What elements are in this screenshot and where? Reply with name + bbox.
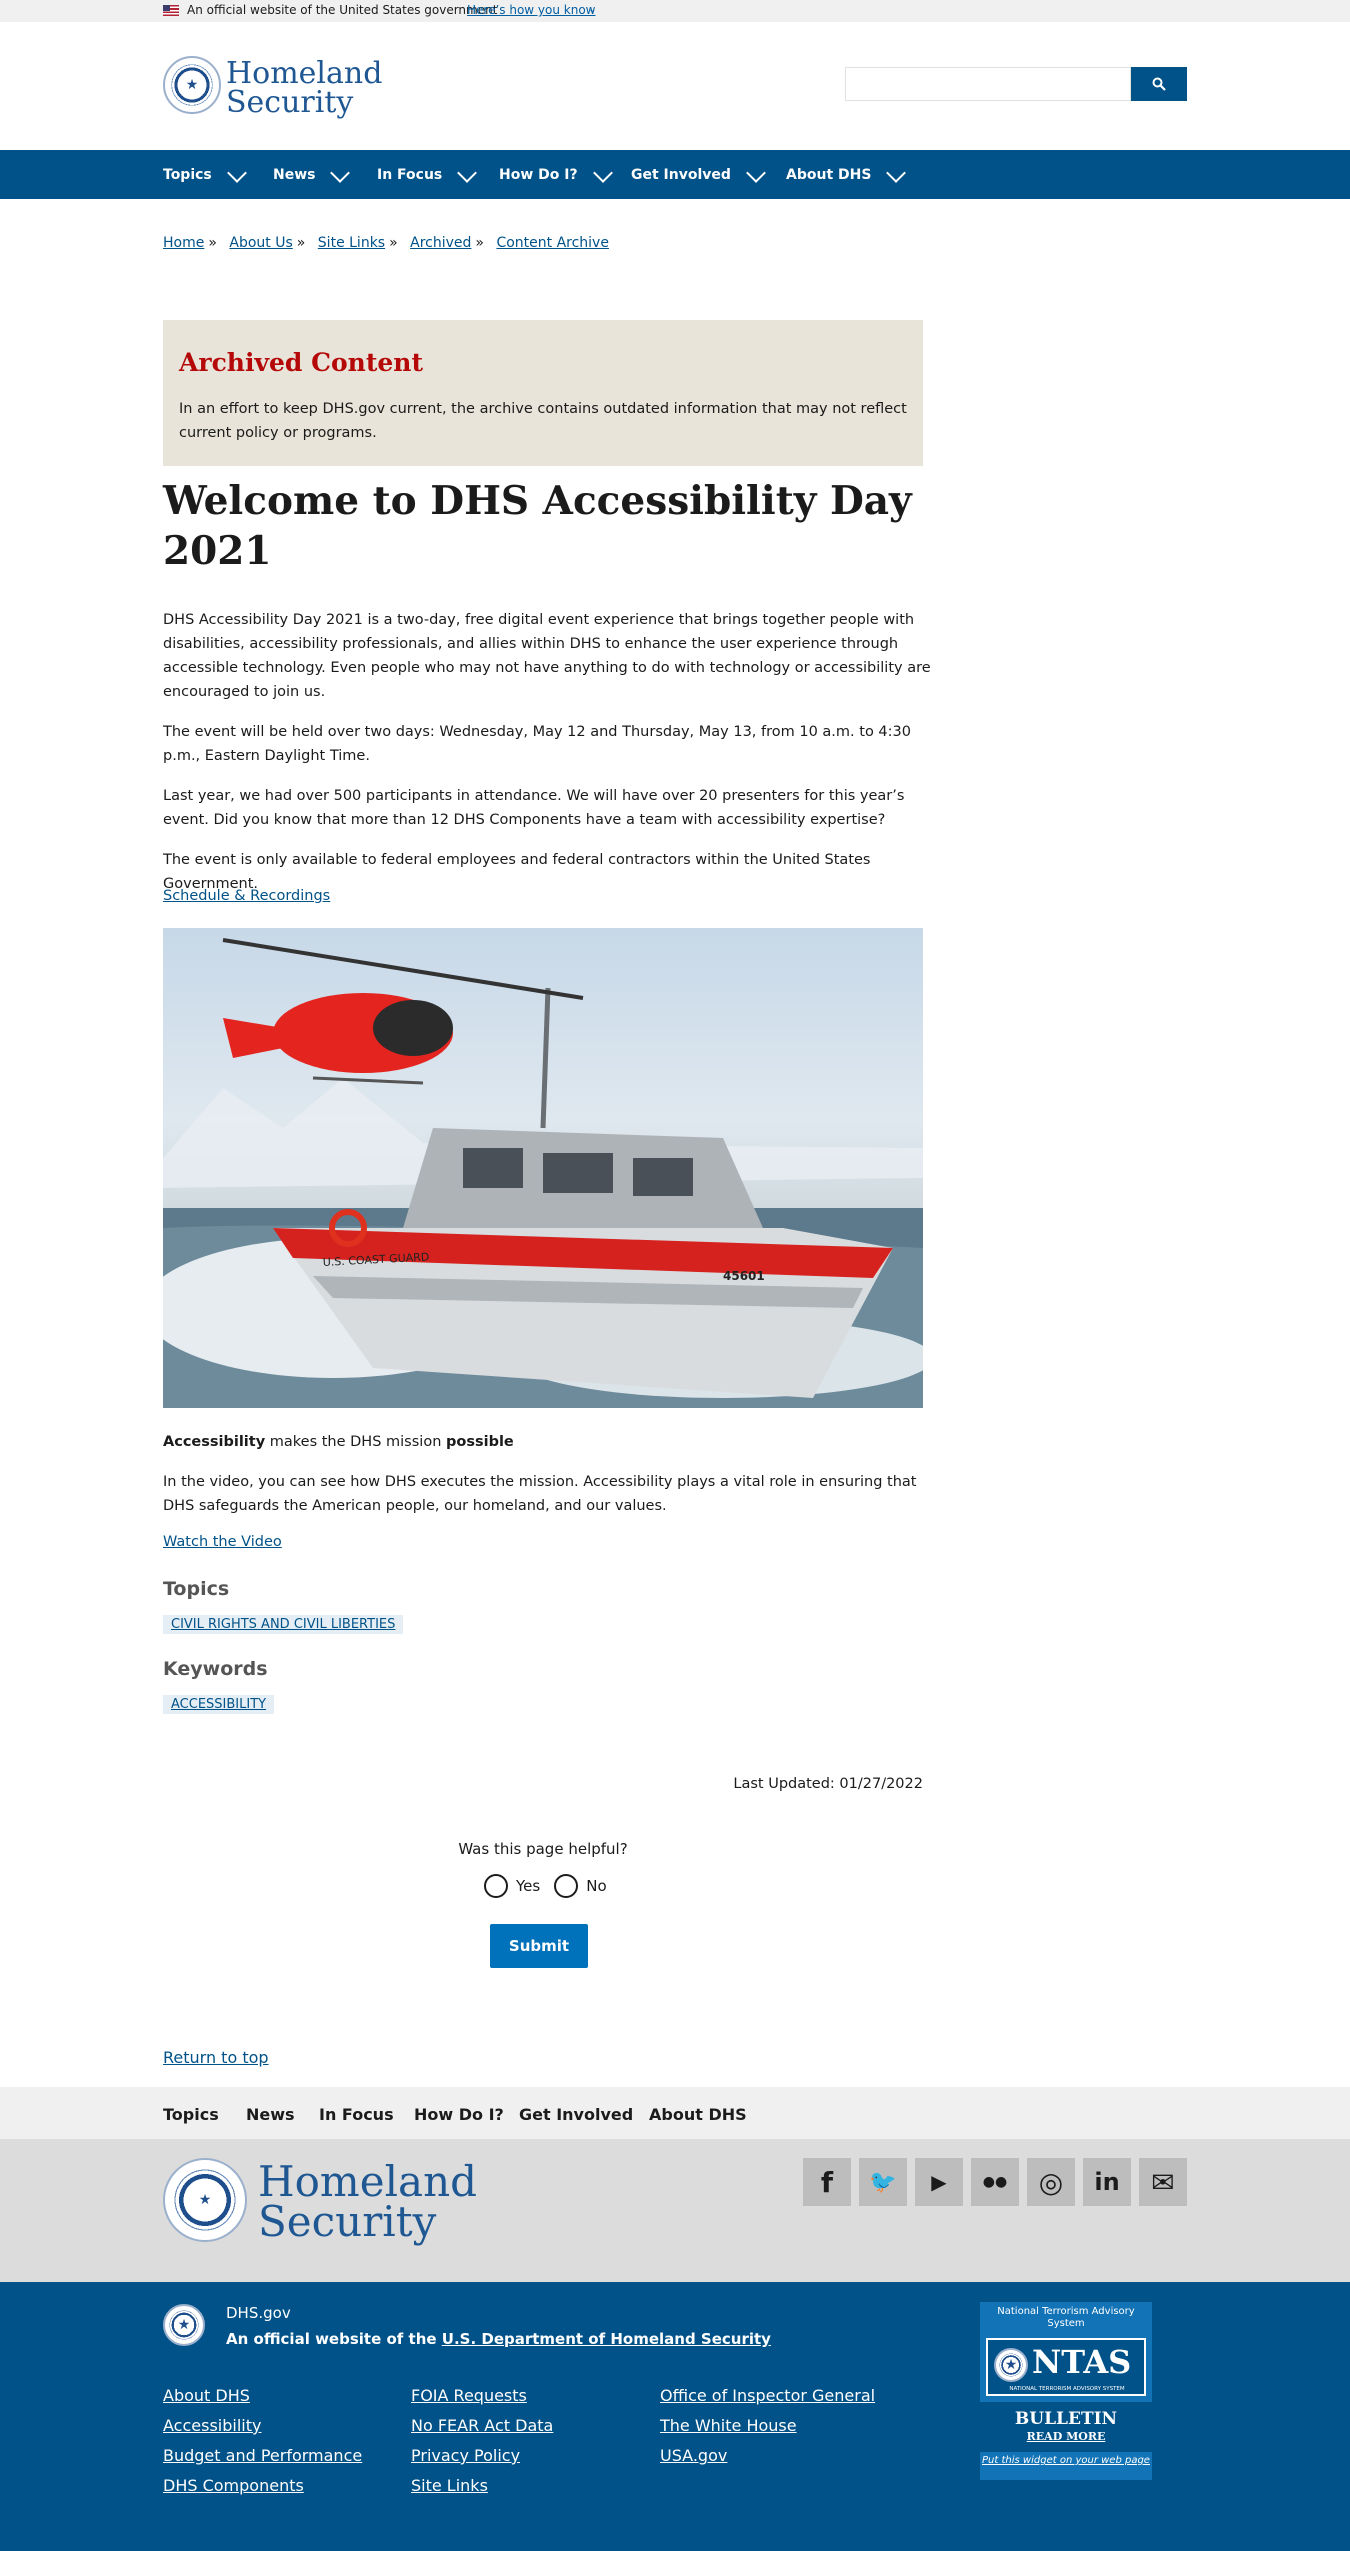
footer-nav: Topics News In Focus How Do I? Get Invol… bbox=[0, 2087, 1350, 2139]
chevron-down-icon bbox=[746, 162, 766, 183]
footer-nav-about-dhs[interactable]: About DHS bbox=[649, 2105, 747, 2124]
footer-nav-in-focus[interactable]: In Focus bbox=[319, 2105, 394, 2124]
footer-link-site-links[interactable]: Site Links bbox=[411, 2476, 488, 2495]
footer-link-about-dhs[interactable]: About DHS bbox=[163, 2386, 250, 2405]
last-updated: Last Updated: 01/27/2022 bbox=[733, 1776, 923, 1792]
ntas-logo: NTAS NATIONAL TERRORISM ADVISORY SYSTEM bbox=[986, 2338, 1146, 2396]
linkedin-icon[interactable]: in bbox=[1083, 2158, 1131, 2206]
keywords-heading: Keywords bbox=[163, 1658, 268, 1680]
search-input[interactable] bbox=[845, 67, 1131, 101]
yes-label[interactable]: Yes bbox=[516, 1877, 540, 1895]
logo-wordmark: Homeland Security bbox=[226, 56, 383, 120]
footer-nav-topics[interactable]: Topics bbox=[163, 2105, 219, 2124]
breadcrumb-site-links[interactable]: Site Links bbox=[318, 235, 385, 251]
nav-get-involved[interactable]: Get Involved bbox=[631, 150, 766, 199]
dates-paragraph: The event will be held over two days: We… bbox=[163, 724, 911, 764]
return-to-top-link[interactable]: Return to top bbox=[163, 2048, 269, 2067]
archived-text: In an effort to keep DHS.gov current, th… bbox=[179, 401, 907, 441]
dhs-link[interactable]: U.S. Department of Homeland Security bbox=[442, 2330, 771, 2348]
yes-radio[interactable] bbox=[484, 1874, 508, 1898]
archived-title: Archived Content bbox=[179, 348, 424, 377]
coast-guard-photo: U.S. COAST GUARD 45601 bbox=[163, 928, 923, 1408]
no-label[interactable]: No bbox=[586, 1877, 606, 1895]
breadcrumb-home[interactable]: Home bbox=[163, 235, 204, 251]
footer-link-white-house[interactable]: The White House bbox=[660, 2416, 797, 2435]
archived-content-notice: Archived Content In an effort to keep DH… bbox=[163, 320, 923, 466]
nav-how-do-i[interactable]: How Do I? bbox=[499, 150, 613, 199]
keyword-tag[interactable]: ACCESSIBILITY bbox=[163, 1695, 275, 1714]
breadcrumb-about-us[interactable]: About Us bbox=[229, 235, 292, 251]
footer-link-privacy[interactable]: Privacy Policy bbox=[411, 2446, 520, 2465]
footer-domain: DHS.gov bbox=[226, 2304, 291, 2322]
ntas-widget-link[interactable]: Put this widget on your web page bbox=[980, 2452, 1152, 2480]
main-nav: Topics News In Focus How Do I? Get Invol… bbox=[0, 150, 1350, 199]
caption-paragraph: Accessibility makes the DHS mission poss… bbox=[163, 1434, 514, 1450]
schedule-recordings-link[interactable]: Schedule & Recordings bbox=[163, 888, 330, 904]
video-paragraph: In the video, you can see how DHS execut… bbox=[163, 1474, 917, 1514]
ntas-bulletin: BULLETIN bbox=[1014, 2409, 1118, 2429]
topics-heading: Topics bbox=[163, 1578, 230, 1600]
breadcrumb-archived[interactable]: Archived bbox=[410, 235, 471, 251]
breadcrumb: Home» About Us» Site Links» Archived» Co… bbox=[163, 235, 609, 251]
chevron-down-icon bbox=[592, 162, 613, 183]
ntas-seal-icon bbox=[994, 2348, 1028, 2382]
nav-about-dhs[interactable]: About DHS bbox=[786, 150, 907, 199]
chevron-down-icon bbox=[226, 162, 247, 183]
intro-paragraph: DHS Accessibility Day 2021 is a two-day,… bbox=[163, 612, 931, 700]
chevron-down-icon bbox=[457, 162, 478, 183]
footer-link-foia[interactable]: FOIA Requests bbox=[411, 2386, 527, 2405]
dhs-seal-icon bbox=[163, 2158, 247, 2242]
facebook-icon[interactable]: f bbox=[803, 2158, 851, 2206]
chevron-down-icon bbox=[886, 162, 907, 183]
watch-video-link[interactable]: Watch the Video bbox=[163, 1534, 282, 1550]
coast-guard-illustration: U.S. COAST GUARD 45601 bbox=[163, 938, 923, 1408]
footer-logo-wordmark: Homeland Security bbox=[258, 2157, 478, 2246]
twitter-icon[interactable]: 🐦 bbox=[859, 2158, 907, 2206]
nav-topics[interactable]: Topics bbox=[163, 150, 247, 199]
footer-link-no-fear[interactable]: No FEAR Act Data bbox=[411, 2416, 553, 2435]
boat-number: 45601 bbox=[723, 1269, 765, 1283]
ntas-read-more[interactable]: READ MORE bbox=[980, 2430, 1152, 2443]
gov-banner: An official website of the United States… bbox=[0, 0, 1350, 22]
dhs-seal-icon bbox=[163, 56, 221, 114]
footer-nav-news[interactable]: News bbox=[246, 2105, 295, 2124]
topic-tag[interactable]: CIVIL RIGHTS AND CIVIL LIBERTIES bbox=[163, 1615, 404, 1634]
ntas-widget[interactable]: National Terrorism Advisory System NTAS … bbox=[980, 2302, 1152, 2402]
footer-nav-how-do-i[interactable]: How Do I? bbox=[414, 2105, 504, 2124]
page-title: Welcome to DHS Accessibility Day 2021 bbox=[163, 478, 912, 574]
us-flag-icon bbox=[163, 5, 179, 16]
breadcrumb-content-archive[interactable]: Content Archive bbox=[496, 235, 609, 251]
submit-button[interactable]: Submit bbox=[490, 1924, 588, 1968]
heres-how-you-know-link[interactable]: Here’s how you know bbox=[467, 3, 596, 17]
nav-in-focus[interactable]: In Focus bbox=[377, 150, 478, 199]
instagram-icon[interactable]: ◎ bbox=[1027, 2158, 1075, 2206]
footer-link-usa-gov[interactable]: USA.gov bbox=[660, 2446, 727, 2465]
footer-link-accessibility[interactable]: Accessibility bbox=[163, 2416, 261, 2435]
email-icon[interactable]: ✉ bbox=[1139, 2158, 1187, 2206]
search-icon bbox=[1152, 77, 1166, 91]
gov-banner-text: An official website of the United States… bbox=[187, 3, 498, 17]
nav-news[interactable]: News bbox=[273, 150, 351, 199]
chevron-down-icon[interactable]: ⌄ bbox=[588, 4, 596, 15]
feedback-question: Was this page helpful? bbox=[458, 1840, 628, 1858]
participants-paragraph: Last year, we had over 500 participants … bbox=[163, 788, 905, 828]
no-radio[interactable] bbox=[554, 1874, 579, 1898]
footer-nav-get-involved[interactable]: Get Involved bbox=[519, 2105, 633, 2124]
search-button[interactable] bbox=[1131, 67, 1187, 101]
footer-official-text: An official website of the U.S. Departme… bbox=[226, 2330, 771, 2348]
flickr-icon[interactable]: ●● bbox=[971, 2158, 1019, 2206]
footer-link-components[interactable]: DHS Components bbox=[163, 2476, 304, 2495]
chevron-down-icon bbox=[330, 162, 351, 183]
feedback-options: Yes No bbox=[484, 1874, 607, 1898]
footer-link-oig[interactable]: Office of Inspector General bbox=[660, 2386, 875, 2405]
ntas-header: National Terrorism Advisory System bbox=[997, 2306, 1135, 2329]
dhs-seal-icon bbox=[163, 2304, 205, 2346]
footer-link-budget[interactable]: Budget and Performance bbox=[163, 2446, 362, 2465]
youtube-icon[interactable]: ▶ bbox=[915, 2158, 963, 2206]
